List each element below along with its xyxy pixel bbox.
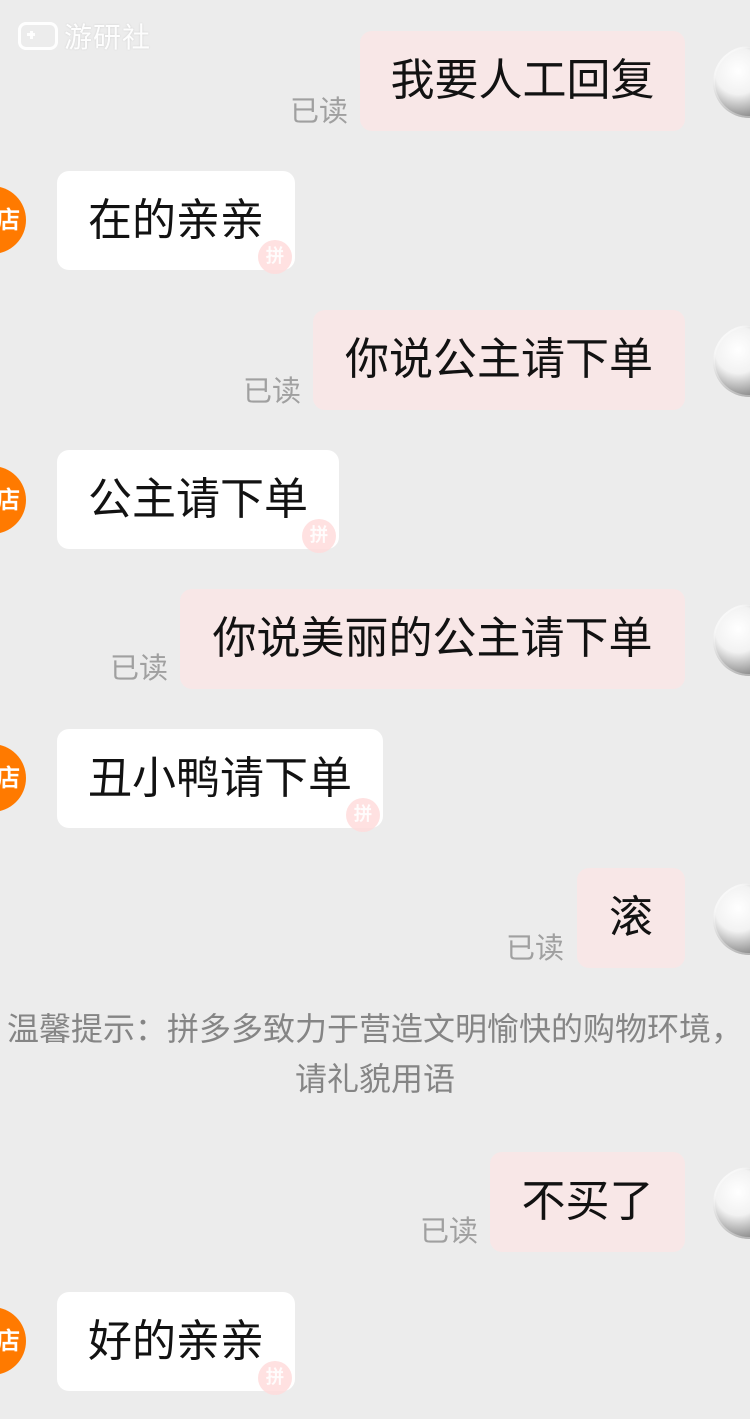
chat-message-outgoing[interactable]: 你说美丽的公主请下单 (180, 589, 685, 689)
chat-message-outgoing[interactable]: 不买了 (490, 1152, 685, 1252)
shop-avatar[interactable]: 店 (0, 1307, 26, 1375)
watermark: 游研社 (18, 16, 151, 56)
pinduoduo-mark-icon: 拼 (346, 798, 380, 832)
avatar[interactable] (713, 46, 750, 118)
chat-screen: 游研社 已读 我要人工回复 店 在的亲亲 拼 已读 你说公主请下单 店 公主请下… (0, 0, 750, 1419)
chat-message-outgoing[interactable]: 你说公主请下单 (313, 310, 685, 410)
pinduoduo-mark-icon: 拼 (302, 519, 336, 553)
avatar[interactable] (713, 325, 750, 397)
read-status: 已读 (110, 651, 169, 685)
shop-avatar[interactable]: 店 (0, 744, 26, 812)
system-notice: 温馨提示：拼多多致力于营造文明愉快的购物环境，请礼貌用语 (6, 1010, 743, 1098)
avatar[interactable] (713, 883, 750, 955)
chat-message-outgoing[interactable]: 滚 (577, 868, 685, 968)
chat-message-outgoing[interactable]: 我要人工回复 (360, 31, 685, 131)
gamepad-icon (18, 22, 58, 50)
avatar[interactable] (713, 604, 750, 676)
shop-avatar[interactable]: 店 (0, 186, 26, 254)
read-status: 已读 (243, 374, 302, 408)
read-status: 已读 (506, 931, 565, 965)
avatar[interactable] (713, 1167, 750, 1239)
shop-avatar[interactable]: 店 (0, 466, 26, 534)
chat-message-incoming[interactable]: 公主请下单 (57, 450, 339, 549)
pinduoduo-mark-icon: 拼 (258, 240, 292, 274)
read-status: 已读 (290, 94, 349, 128)
watermark-text: 游研社 (64, 21, 152, 54)
chat-message-incoming[interactable]: 丑小鸭请下单 (57, 729, 383, 828)
read-status: 已读 (420, 1214, 479, 1248)
pinduoduo-mark-icon: 拼 (258, 1361, 292, 1395)
